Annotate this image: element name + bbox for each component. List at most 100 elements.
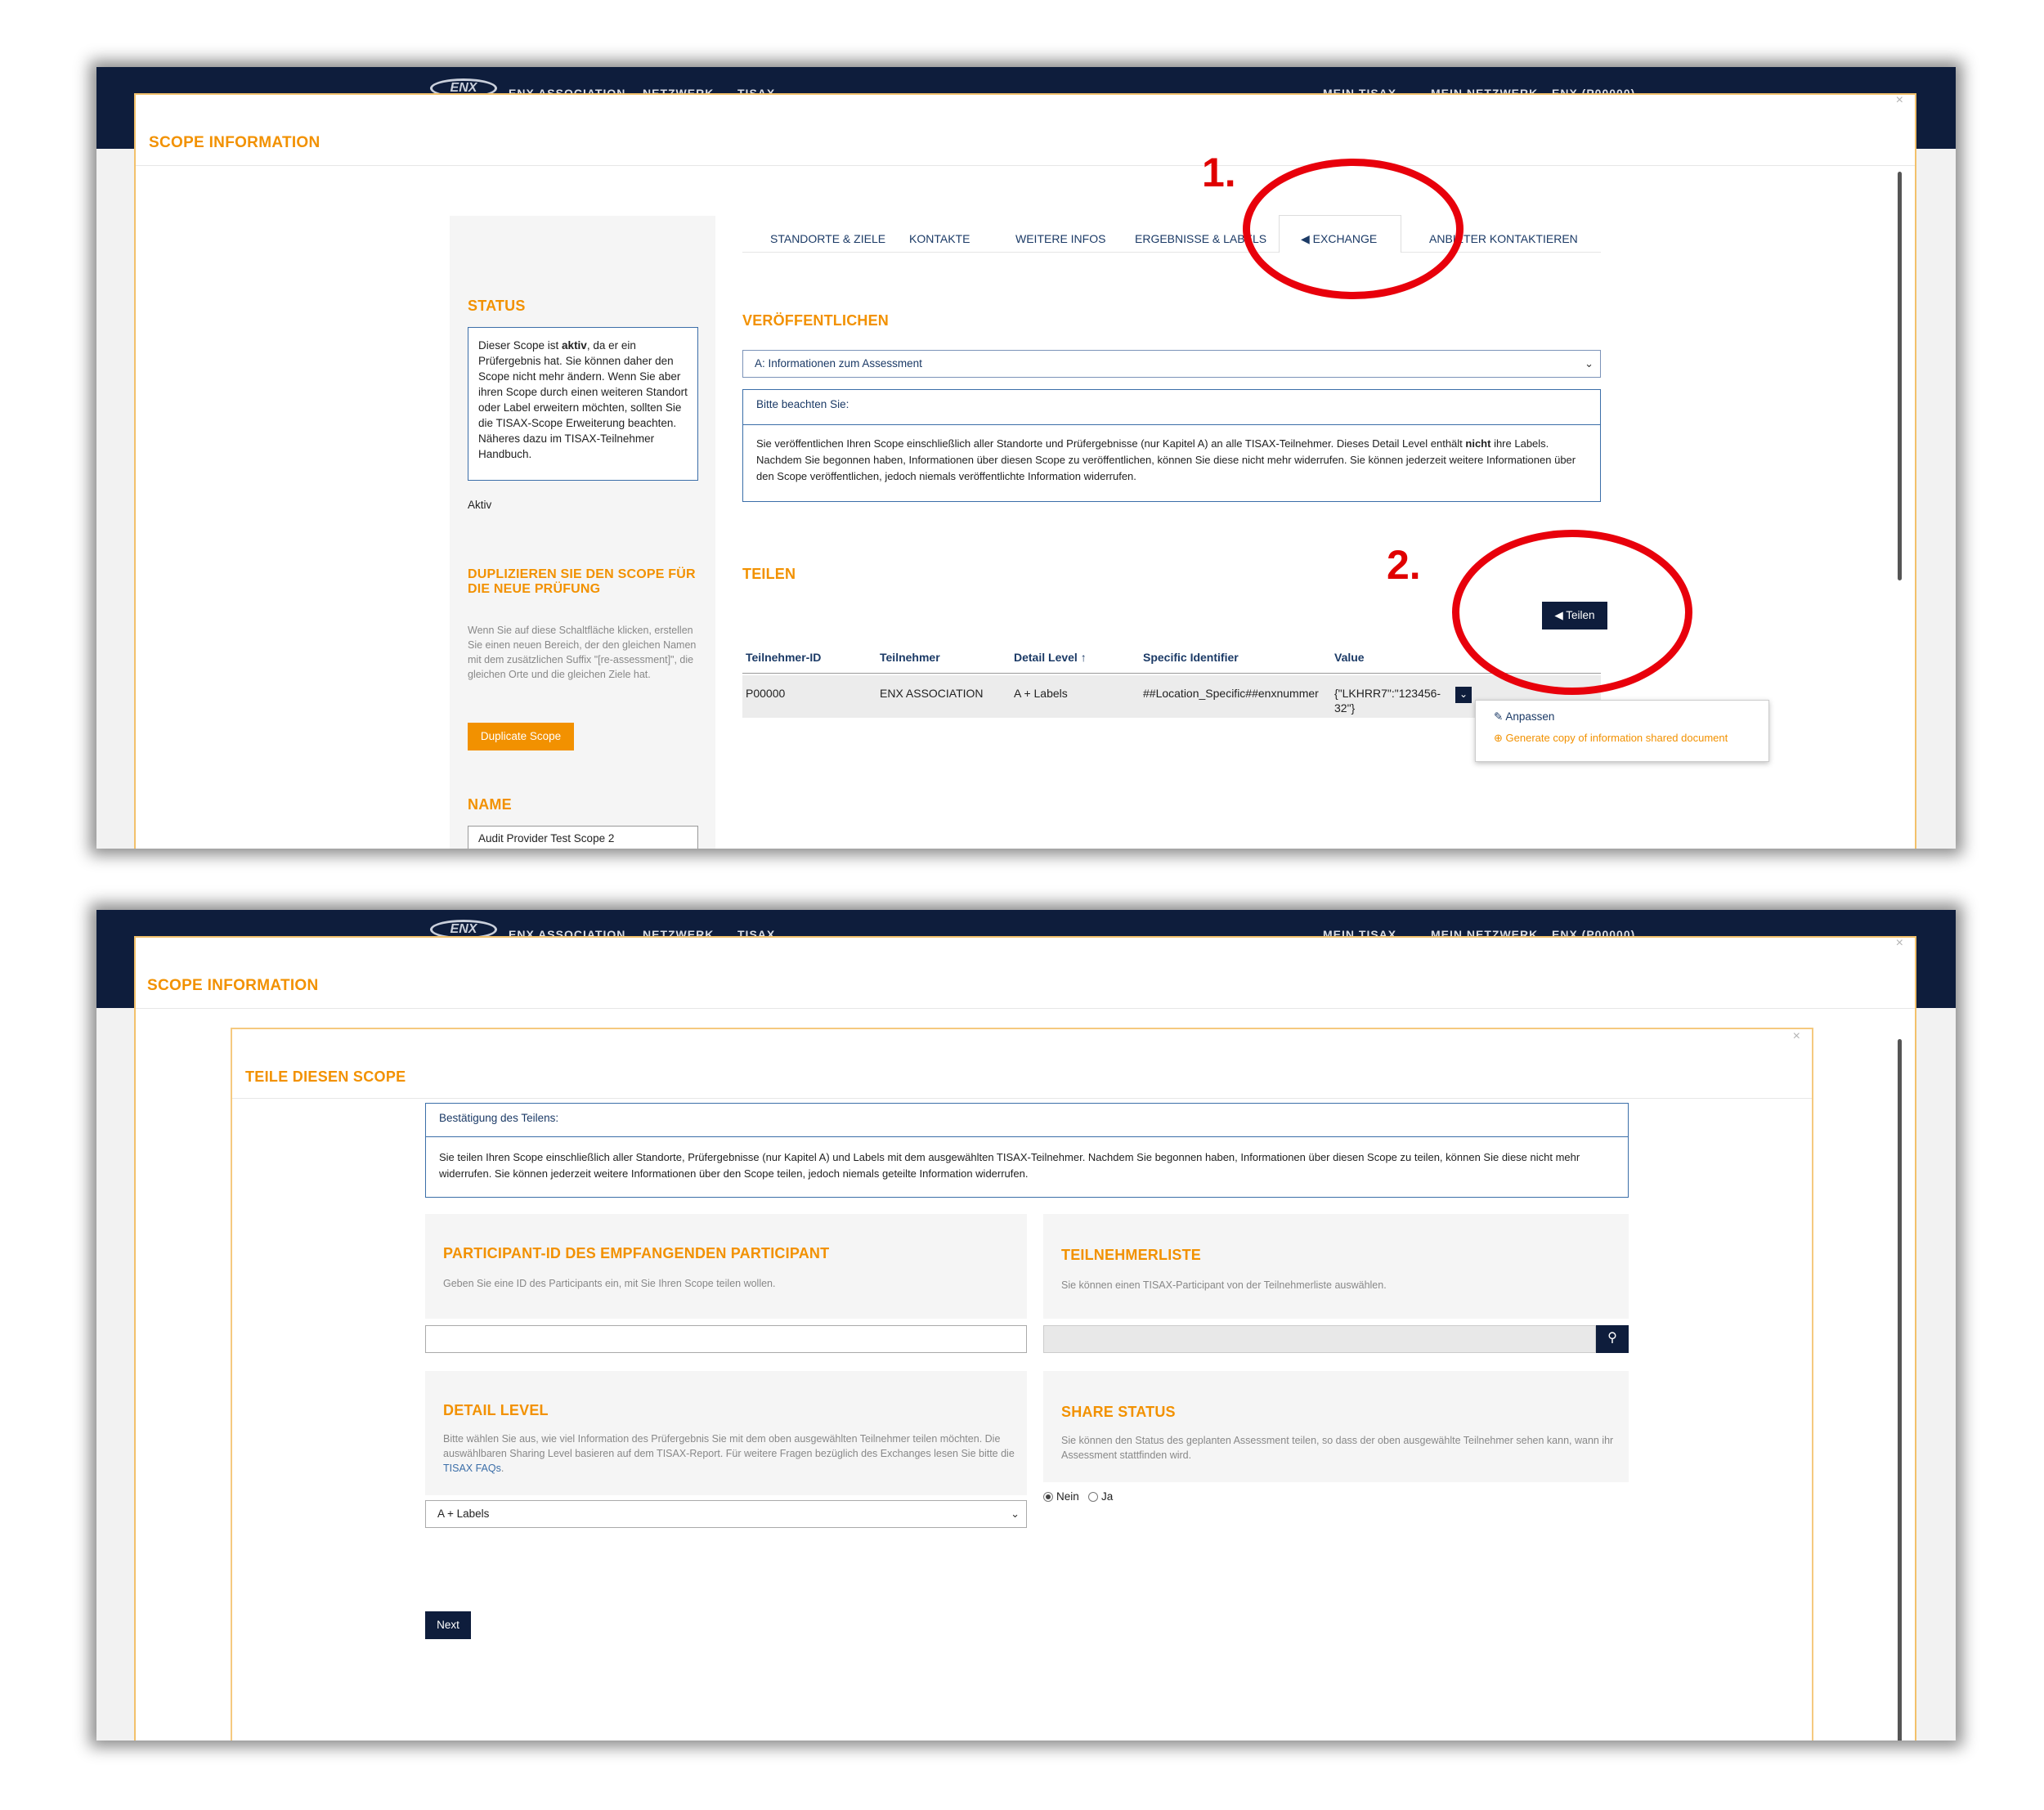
participant-id-input[interactable] <box>425 1325 1027 1353</box>
note-text-bold: nicht <box>1465 437 1491 450</box>
next-button[interactable]: Next <box>425 1611 471 1639</box>
publish-level-select[interactable]: A: Informationen zum Assessment ⌄ <box>742 350 1601 378</box>
divider <box>136 165 1915 166</box>
chevron-down-icon: ⌄ <box>1585 357 1594 370</box>
detail-level-value: A + Labels <box>437 1508 490 1520</box>
radio-ja-indicator[interactable] <box>1088 1492 1099 1502</box>
publish-note-text: Sie veröffentlichen Ihren Scope einschli… <box>756 436 1589 485</box>
publish-note-box: Bitte beachten Sie: Sie veröffentlichen … <box>742 389 1601 502</box>
scrollbar[interactable] <box>1898 1039 1902 1741</box>
annotation-step-2: 2. <box>1387 542 1421 588</box>
scrollbar[interactable] <box>1898 172 1902 580</box>
annotation-step-1: 1. <box>1202 150 1236 195</box>
search-button[interactable]: ⚲ <box>1596 1325 1629 1353</box>
detail-help-text: Bitte wählen Sie aus, wie viel Informati… <box>443 1433 1015 1459</box>
row-actions-menu: ✎ Anpassen ⊕ Generate copy of informatio… <box>1475 700 1769 762</box>
sort-arrow-icon: ↑ <box>1080 651 1087 664</box>
radio-ja-label: Ja <box>1101 1490 1114 1503</box>
close-icon[interactable]: × <box>1793 1029 1800 1044</box>
publish-note-title: Bitte beachten Sie: <box>756 398 849 410</box>
note-divider <box>743 424 1600 425</box>
cell-id: P00000 <box>746 687 786 700</box>
name-heading: NAME <box>468 796 512 813</box>
participant-id-help: Geben Sie eine ID des Participants ein, … <box>443 1278 776 1289</box>
cell-identifier: ##Location_Specific##enxnummer <box>1143 687 1319 700</box>
cell-detail: A + Labels <box>1014 687 1068 700</box>
menu-generate-copy-label: Generate copy of information shared docu… <box>1505 732 1728 744</box>
col-value[interactable]: Value <box>1334 651 1365 664</box>
confirm-title: Bestätigung des Teilens: <box>439 1112 559 1124</box>
radio-nein-indicator[interactable] <box>1043 1492 1053 1502</box>
col-detail-level[interactable]: Detail Level ↑ <box>1014 651 1087 664</box>
share-status-heading: SHARE STATUS <box>1061 1404 1176 1420</box>
cell-value-line2: 32"} <box>1334 701 1356 715</box>
share-scope-dialog: × TEILE DIESEN SCOPE Bestätigung des Tei… <box>231 1028 1813 1741</box>
cell-value-line1: {"LKHRR7":"123456- <box>1334 687 1441 700</box>
tab-kontakte[interactable]: KONTAKTE <box>909 232 970 245</box>
divider <box>136 1008 1915 1009</box>
tab-standorte-ziele[interactable]: STANDORTE & ZIELE <box>770 232 885 245</box>
scope-information-modal: × SCOPE INFORMATION × TEILE DIESEN SCOPE… <box>134 936 1916 1741</box>
cell-participant: ENX ASSOCIATION <box>880 687 984 700</box>
confirm-text: Sie teilen Ihren Scope einschließlich al… <box>439 1151 1580 1180</box>
duplicate-scope-button[interactable]: Duplicate Scope <box>468 723 574 750</box>
menu-anpassen[interactable]: ✎ Anpassen <box>1494 710 1554 724</box>
participant-id-heading: PARTICIPANT-ID DES EMPFANGENDEN PARTICIP… <box>443 1245 830 1261</box>
share-confirm-box: Bestätigung des Teilens: Sie teilen Ihre… <box>425 1103 1629 1198</box>
annotation-ring-teilen <box>1452 530 1692 695</box>
duplicate-text: Wenn Sie auf diese Schaltfläche klicken,… <box>468 625 697 680</box>
status-info-box: Dieser Scope ist aktiv, da er ein Prüfer… <box>468 327 698 481</box>
col-teilnehmer-id[interactable]: Teilnehmer-ID <box>746 651 821 664</box>
detail-level-heading: DETAIL LEVEL <box>443 1402 549 1418</box>
status-text-rest: , da er ein Prüfergebnis hat. Sie können… <box>478 339 688 460</box>
veroeffentlichen-heading: VERÖFFENTLICHEN <box>742 312 890 329</box>
close-icon[interactable]: × <box>1896 93 1903 108</box>
confirm-divider <box>426 1136 1628 1137</box>
duplicate-heading: DUPLIZIEREN SIE DEN SCOPE FÜR DIE NEUE P… <box>468 567 696 596</box>
status-value: Aktiv <box>468 499 492 511</box>
detail-level-panel: DETAIL LEVEL Bitte wählen Sie aus, wie v… <box>425 1371 1027 1495</box>
modal-title: SCOPE INFORMATION <box>147 977 319 994</box>
col-teilnehmer[interactable]: Teilnehmer <box>880 651 940 664</box>
table-row: P00000 ENX ASSOCIATION A + Labels ##Loca… <box>742 675 1601 718</box>
menu-generate-copy[interactable]: ⊕ Generate copy of information shared do… <box>1494 732 1728 745</box>
sidebar: STATUS Dieser Scope ist aktiv, da er ein… <box>450 216 715 849</box>
share-status-help: Sie können den Status des geplanten Asse… <box>1061 1435 1614 1461</box>
plus-circle-icon: ⊕ <box>1494 732 1506 744</box>
share-status-options: Nein Ja <box>1043 1490 1113 1503</box>
menu-anpassen-label: Anpassen <box>1505 710 1555 723</box>
col-detail-level-label: Detail Level <box>1014 651 1078 664</box>
radio-nein-label: Nein <box>1056 1490 1079 1503</box>
annotation-ring-exchange <box>1243 159 1464 299</box>
dialog-title: TEILE DIESEN SCOPE <box>245 1069 406 1085</box>
modal-title: SCOPE INFORMATION <box>149 134 320 151</box>
scope-name-input[interactable]: Audit Provider Test Scope 2 <box>468 826 698 849</box>
teilnehmerliste-heading: TEILNEHMERLISTE <box>1061 1247 1202 1263</box>
edit-icon: ✎ <box>1494 710 1506 723</box>
radio-ja[interactable]: Ja <box>1088 1490 1113 1503</box>
divider <box>232 1098 1812 1099</box>
detail-level-select[interactable]: A + Labels ⌄ <box>425 1500 1027 1528</box>
row-actions-toggle[interactable]: ⌄ <box>1455 687 1472 703</box>
publish-level-value: A: Informationen zum Assessment <box>755 357 922 370</box>
screenshot-exchange-tab: ENX ENX ASSOCIATION NETZWERK TISAX MEIN … <box>96 67 1956 849</box>
teilnehmerliste-input[interactable] <box>1043 1325 1596 1353</box>
table-header-divider <box>742 673 1601 674</box>
tab-weitere-infos[interactable]: WEITERE INFOS <box>1015 232 1105 245</box>
col-specific-identifier[interactable]: Specific Identifier <box>1143 651 1239 664</box>
search-icon: ⚲ <box>1607 1331 1617 1345</box>
radio-nein[interactable]: Nein <box>1043 1490 1079 1503</box>
chevron-down-icon: ⌄ <box>1459 688 1468 700</box>
detail-level-help: Bitte wählen Sie aus, wie viel Informati… <box>443 1431 1015 1476</box>
note-text-a: Sie veröffentlichen Ihren Scope einschli… <box>756 437 1466 450</box>
screenshot-share-dialog: ENX ENX ASSOCIATION NETZWERK TISAX MEIN … <box>96 910 1956 1741</box>
teilnehmerliste-panel: TEILNEHMERLISTE Sie können einen TISAX-P… <box>1043 1214 1629 1319</box>
tabs-divider <box>742 252 1601 253</box>
share-status-panel: SHARE STATUS Sie können den Status des g… <box>1043 1371 1629 1482</box>
close-icon[interactable]: × <box>1896 936 1903 951</box>
participant-id-panel: PARTICIPANT-ID DES EMPFANGENDEN PARTICIP… <box>425 1214 1027 1319</box>
tisax-faqs-link[interactable]: TISAX FAQs <box>443 1463 501 1474</box>
teilnehmerliste-help: Sie können einen TISAX-Participant von d… <box>1061 1279 1387 1291</box>
status-heading: STATUS <box>468 298 526 314</box>
scope-information-modal: × SCOPE INFORMATION STATUS Dieser Scope … <box>134 93 1916 849</box>
